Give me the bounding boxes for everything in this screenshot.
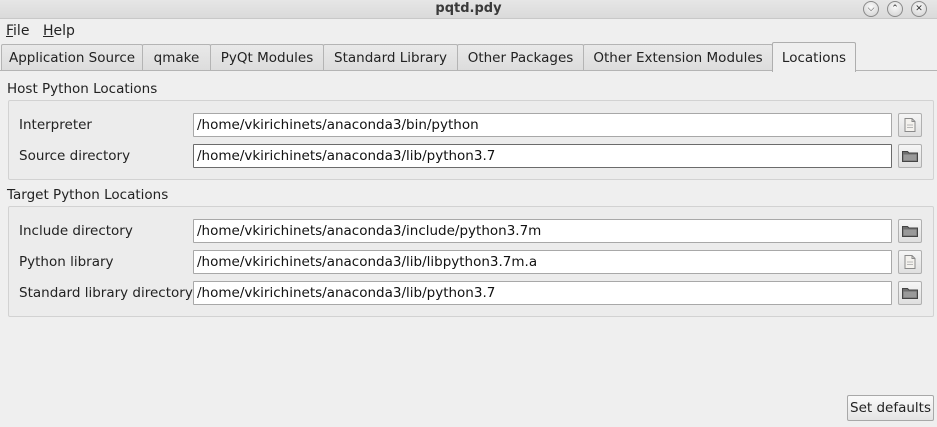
close-icon: ✕	[915, 3, 923, 14]
target-group-title: Target Python Locations	[7, 187, 169, 203]
tab-label: Standard Library	[334, 50, 447, 66]
menu-help[interactable]: Help	[43, 23, 75, 39]
tab-label: Application Source	[8, 50, 136, 66]
tab-pyqt-modules[interactable]: PyQt Modules	[210, 44, 324, 71]
include-directory-label: Include directory	[19, 223, 133, 239]
folder-icon	[902, 288, 918, 299]
tab-locations[interactable]: Locations	[772, 42, 856, 72]
tab-qmake[interactable]: qmake	[142, 44, 211, 71]
python-library-input[interactable]	[193, 250, 892, 274]
tab-application-source[interactable]: Application Source	[1, 44, 143, 71]
tab-label: Locations	[781, 49, 847, 66]
tab-label: PyQt Modules	[220, 50, 314, 66]
include-directory-input[interactable]	[193, 219, 892, 243]
interpreter-label: Interpreter	[19, 117, 92, 133]
file-icon	[904, 118, 916, 132]
menu-help-mnemonic: H	[43, 23, 54, 39]
python-library-label: Python library	[19, 254, 114, 270]
menu-file-mnemonic: F	[6, 23, 14, 39]
standard-library-directory-input[interactable]	[193, 281, 892, 305]
chevron-down-icon: ⌵	[867, 3, 875, 14]
title-bar: pqtd.pdy ⌵ ⌃ ✕	[0, 0, 937, 19]
python-library-browse-button[interactable]	[898, 250, 922, 274]
set-defaults-button[interactable]: Set defaults	[847, 395, 934, 421]
tab-label: Other Packages	[467, 50, 574, 66]
menu-help-label: elp	[53, 23, 75, 39]
standard-library-directory-label: Standard library directory	[19, 285, 193, 301]
maximize-button[interactable]: ⌃	[887, 1, 903, 17]
minimize-button[interactable]: ⌵	[863, 1, 879, 17]
source-directory-input[interactable]	[193, 144, 892, 168]
host-group-frame	[8, 100, 934, 180]
host-group-title: Host Python Locations	[7, 81, 158, 97]
standard-library-directory-browse-button[interactable]	[898, 281, 922, 305]
menu-file[interactable]: File	[6, 23, 29, 39]
folder-icon	[902, 151, 918, 162]
interpreter-input[interactable]	[193, 113, 892, 137]
include-directory-browse-button[interactable]	[898, 219, 922, 243]
file-icon	[904, 255, 916, 269]
tab-standard-library[interactable]: Standard Library	[323, 44, 458, 71]
tab-label: qmake	[153, 50, 200, 66]
window-title: pqtd.pdy	[435, 1, 502, 16]
source-directory-browse-button[interactable]	[898, 144, 922, 168]
interpreter-browse-button[interactable]	[898, 113, 922, 137]
menu-file-label: ile	[13, 23, 30, 39]
menu-bar: File Help	[0, 20, 937, 42]
tab-other-packages[interactable]: Other Packages	[457, 44, 584, 71]
tab-bar: Application Source qmake PyQt Modules St…	[0, 42, 937, 72]
tab-label: Other Extension Modules	[593, 50, 763, 66]
tab-other-extension-modules[interactable]: Other Extension Modules	[583, 44, 773, 71]
chevron-up-icon: ⌃	[891, 3, 899, 14]
close-button[interactable]: ✕	[911, 1, 927, 17]
source-directory-label: Source directory	[19, 148, 131, 164]
folder-icon	[902, 226, 918, 237]
